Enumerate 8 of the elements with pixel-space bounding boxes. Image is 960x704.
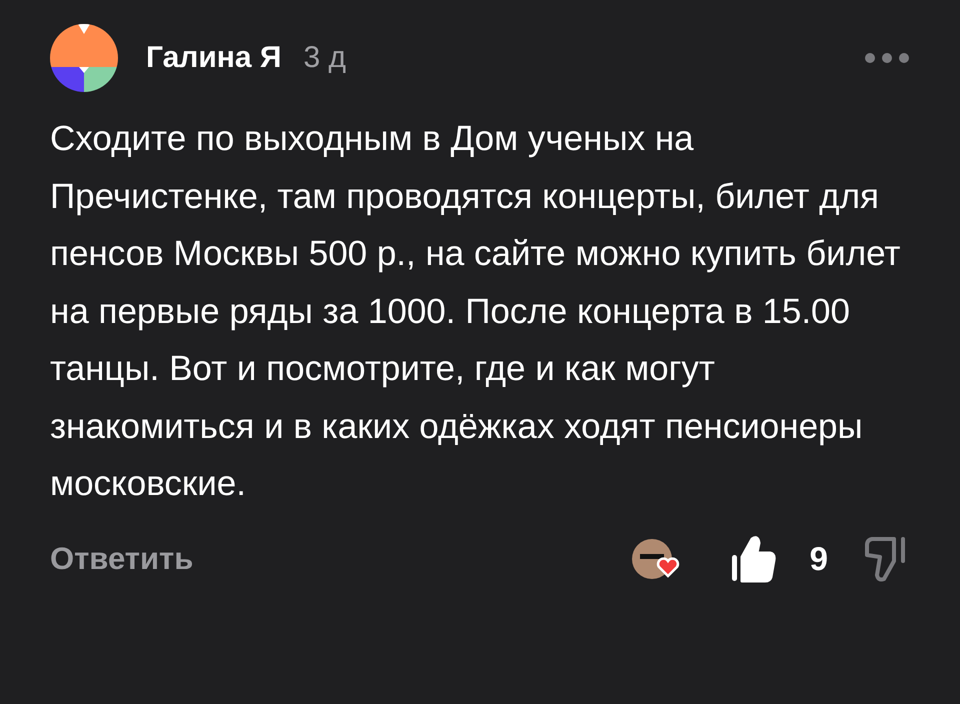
author-name[interactable]: Галина Я (146, 41, 282, 75)
reply-button[interactable]: Ответить (50, 540, 194, 576)
comment-time: 3 д (304, 41, 346, 75)
more-button[interactable] (864, 52, 910, 64)
avatar-icon (50, 24, 118, 92)
like-count: 9 (810, 540, 828, 578)
comment-text: Сходите по выходным в Дом ученых на Пречистенке, там проводятся концерты, билет для пенсов Москвы 500 р., на сайте можно купить билет на первые ряды за 1000. После концерта в 15.00 танцы. Вот и посмотрите, где и как могут знакомиться и в каких одёжках ходят пенсионеры московские. (50, 118, 902, 505)
like-button[interactable] (730, 534, 776, 582)
